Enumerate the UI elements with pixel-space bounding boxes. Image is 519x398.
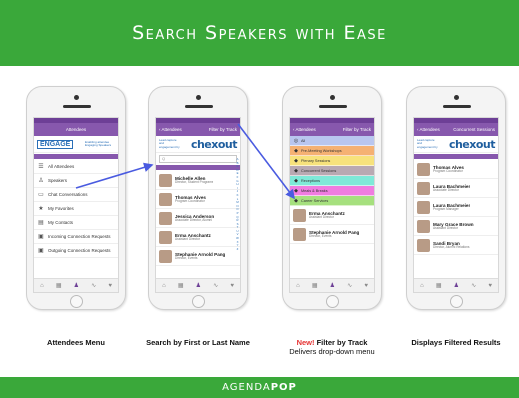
logo-part-b: POP [270, 382, 297, 393]
caption-filter-text: Filter by Track [314, 338, 368, 347]
arrow-to-filter [237, 123, 295, 200]
footer-bar: AGENDAPOP [0, 377, 519, 398]
caption-results: Displays Filtered Results [411, 338, 501, 347]
caption-search: Search by First or Last Name [146, 338, 250, 347]
arrow-to-search [75, 162, 154, 189]
logo-part-a: AGENDA [222, 382, 271, 393]
caption-filter-sub: Delivers drop-down menu [289, 347, 375, 356]
caption-attendees-menu: Attendees Menu [47, 338, 105, 347]
caption-filter: New! Filter by Track Delivers drop-down … [272, 338, 392, 356]
new-badge: New! [296, 338, 315, 347]
agendapop-logo: AGENDAPOP [222, 382, 297, 393]
